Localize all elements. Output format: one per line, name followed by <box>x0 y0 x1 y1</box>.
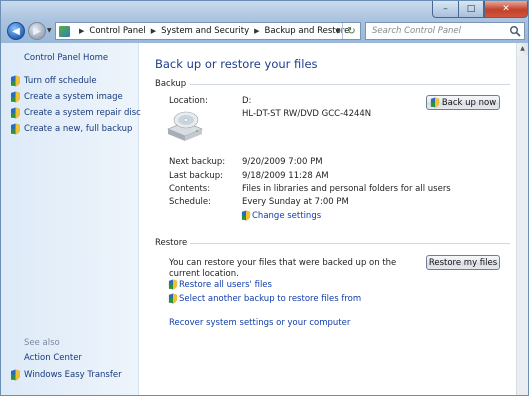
control-panel-home-link[interactable]: Control Panel Home <box>24 53 108 63</box>
shield-icon <box>11 369 20 381</box>
recover-system-settings-link[interactable]: Recover system settings or your computer <box>169 318 350 328</box>
maximize-button[interactable]: □ <box>458 1 484 18</box>
breadcrumb-separator-icon[interactable]: ▶ <box>151 27 156 35</box>
restore-all-users-link[interactable]: Restore all users' files <box>168 279 272 290</box>
sidebar-item-label[interactable]: Create a new, full backup <box>24 124 132 134</box>
turn-off-schedule-link[interactable]: Turn off schedule <box>10 75 97 87</box>
contents-label: Contents: <box>169 184 211 194</box>
schedule-label: Schedule: <box>169 197 211 207</box>
select-another-backup-link[interactable]: Select another backup to restore files f… <box>168 293 361 304</box>
shield-icon <box>430 97 439 108</box>
back-button[interactable]: ◀ <box>7 22 25 40</box>
shield-icon <box>11 107 20 119</box>
control-panel-icon <box>59 25 70 37</box>
search-input[interactable]: Search Control Panel <box>372 26 461 36</box>
sidebar-item-label[interactable]: Turn off schedule <box>24 76 97 86</box>
windows-easy-transfer-link[interactable]: Windows Easy Transfer <box>10 369 122 381</box>
recent-pages-dropdown[interactable]: ▼ <box>47 27 52 34</box>
see-also-heading: See also <box>24 338 60 348</box>
address-dropdown-icon[interactable]: ▼ <box>335 28 340 35</box>
breadcrumb-separator-icon[interactable]: ▶ <box>79 27 84 35</box>
breadcrumb-separator-icon[interactable]: ▶ <box>254 27 259 35</box>
shield-icon <box>11 91 20 103</box>
backup-section-heading: Backup <box>155 79 187 89</box>
vertical-scrollbar[interactable]: ▲ <box>516 43 528 395</box>
action-center-link[interactable]: Action Center <box>24 353 82 363</box>
forward-button[interactable]: ▶ <box>28 22 46 40</box>
shield-icon <box>241 210 251 221</box>
location-device: HL-DT-ST RW/DVD GCC-4244N <box>242 109 372 119</box>
restore-description: You can restore your files that were bac… <box>169 258 397 279</box>
change-settings-link[interactable]: Change settings <box>241 210 321 221</box>
sidebar-item-label[interactable]: Create a system repair disc <box>24 108 141 118</box>
breadcrumb-system-security[interactable]: System and Security <box>161 26 249 36</box>
main-content: Back up or restore your files Backup Loc… <box>140 43 518 395</box>
next-backup-value: 9/20/2009 7:00 PM <box>242 157 323 167</box>
breadcrumb-control-panel[interactable]: Control Panel <box>89 26 145 36</box>
search-icon[interactable] <box>509 25 521 37</box>
restore-divider <box>190 243 510 244</box>
shield-icon <box>168 293 178 304</box>
next-backup-label: Next backup: <box>169 157 226 167</box>
change-settings-label[interactable]: Change settings <box>252 211 321 221</box>
shield-icon <box>11 75 20 87</box>
shield-icon <box>11 123 20 135</box>
search-box[interactable]: Search Control Panel <box>365 22 525 40</box>
refresh-icon: ↻ <box>347 25 356 37</box>
sidebar: Control Panel Home Turn off schedule Cre… <box>1 43 141 395</box>
page-title: Back up or restore your files <box>155 57 318 71</box>
back-arrow-icon: ◀ <box>12 25 20 37</box>
restore-my-files-button[interactable]: Restore my files <box>426 255 500 270</box>
optical-drive-icon <box>167 111 203 141</box>
refresh-button[interactable]: ↻ <box>342 23 360 39</box>
location-drive: D: <box>242 96 252 106</box>
address-bar[interactable]: ▶ Control Panel ▶ System and Security ▶ … <box>55 22 361 40</box>
schedule-value: Every Sunday at 7:00 PM <box>242 197 349 207</box>
create-system-repair-disc-link[interactable]: Create a system repair disc <box>10 107 141 119</box>
back-up-now-button[interactable]: Back up now <box>426 95 500 110</box>
restore-all-users-label[interactable]: Restore all users' files <box>179 280 272 290</box>
create-full-backup-link[interactable]: Create a new, full backup <box>10 123 132 135</box>
last-backup-value: 9/18/2009 11:28 AM <box>242 171 329 181</box>
last-backup-label: Last backup: <box>169 171 223 181</box>
window-controls: – □ ✕ <box>432 1 528 18</box>
restore-section-heading: Restore <box>155 238 188 248</box>
select-another-backup-label[interactable]: Select another backup to restore files f… <box>179 294 361 304</box>
backup-divider <box>190 84 510 85</box>
shield-icon <box>168 279 178 290</box>
forward-arrow-icon: ▶ <box>33 25 41 37</box>
contents-value: Files in libraries and personal folders … <box>242 184 451 194</box>
sidebar-item-label[interactable]: Windows Easy Transfer <box>24 370 122 380</box>
backup-restore-window: – □ ✕ ◀ ▶ ▼ ▶ Control Panel ▶ System and… <box>0 0 529 396</box>
close-button[interactable]: ✕ <box>484 1 528 18</box>
scroll-up-arrow-icon[interactable]: ▲ <box>517 43 528 55</box>
sidebar-item-label[interactable]: Create a system image <box>24 92 123 102</box>
create-system-image-link[interactable]: Create a system image <box>10 91 123 103</box>
minimize-button[interactable]: – <box>432 1 458 18</box>
location-label: Location: <box>169 96 208 106</box>
back-up-now-label[interactable]: Back up now <box>442 98 496 108</box>
title-bar: – □ ✕ ◀ ▶ ▼ ▶ Control Panel ▶ System and… <box>1 1 528 43</box>
